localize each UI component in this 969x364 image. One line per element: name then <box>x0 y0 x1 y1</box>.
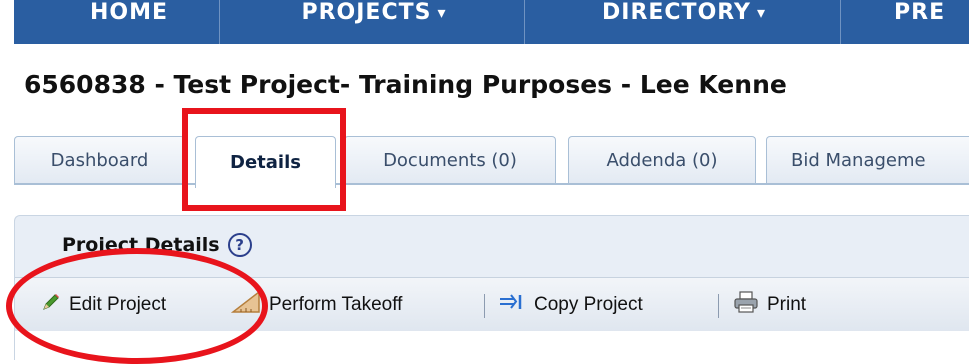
tab-documents-label: Documents (0) <box>383 149 517 171</box>
nav-directory-label: DIRECTORY <box>602 0 751 25</box>
print-label: Print <box>767 294 807 315</box>
nav-home-label: HOME <box>89 0 169 25</box>
nav-home[interactable]: HOME <box>54 0 204 34</box>
copy-arrow-icon <box>498 293 526 317</box>
page-title: 6560838 - Test Project- Training Purpose… <box>24 70 787 99</box>
tab-dashboard[interactable]: Dashboard <box>14 136 185 183</box>
highlight-ellipse <box>6 248 268 364</box>
tab-bid-management-label: Bid Manageme <box>791 149 926 171</box>
tab-addenda[interactable]: Addenda (0) <box>568 136 756 183</box>
nav-separator <box>524 0 525 44</box>
nav-pre-label: PRE <box>894 0 946 25</box>
tab-bid-management[interactable]: Bid Manageme <box>766 136 969 183</box>
tab-details-label: Details <box>230 152 301 173</box>
tab-details[interactable]: Details <box>195 136 336 188</box>
top-nav: HOME PROJECTS ▾ DIRECTORY ▾ PRE <box>14 0 969 44</box>
tab-addenda-label: Addenda (0) <box>606 149 718 171</box>
nav-separator <box>219 0 220 44</box>
tab-documents[interactable]: Documents (0) <box>344 136 556 183</box>
printer-icon <box>733 290 759 320</box>
nav-projects[interactable]: PROJECTS ▾ <box>244 0 504 34</box>
nav-projects-label: PROJECTS <box>301 0 432 25</box>
help-icon[interactable]: ? <box>227 233 252 257</box>
toolbar-divider <box>718 294 719 318</box>
tab-strip: Dashboard Details Documents (0) Addenda … <box>14 136 969 188</box>
chevron-down-icon: ▾ <box>756 2 766 22</box>
print-button[interactable]: Print <box>733 278 806 332</box>
nav-directory[interactable]: DIRECTORY ▾ <box>554 0 814 34</box>
tab-dashboard-label: Dashboard <box>50 149 149 171</box>
copy-project-button[interactable]: Copy Project <box>498 278 643 332</box>
nav-pre[interactable]: PRE <box>894 0 969 34</box>
toolbar-divider <box>484 294 485 318</box>
nav-separator <box>840 0 841 44</box>
chevron-down-icon: ▾ <box>437 2 447 22</box>
perform-takeoff-label: Perform Takeoff <box>269 294 403 315</box>
copy-project-label: Copy Project <box>534 294 643 315</box>
